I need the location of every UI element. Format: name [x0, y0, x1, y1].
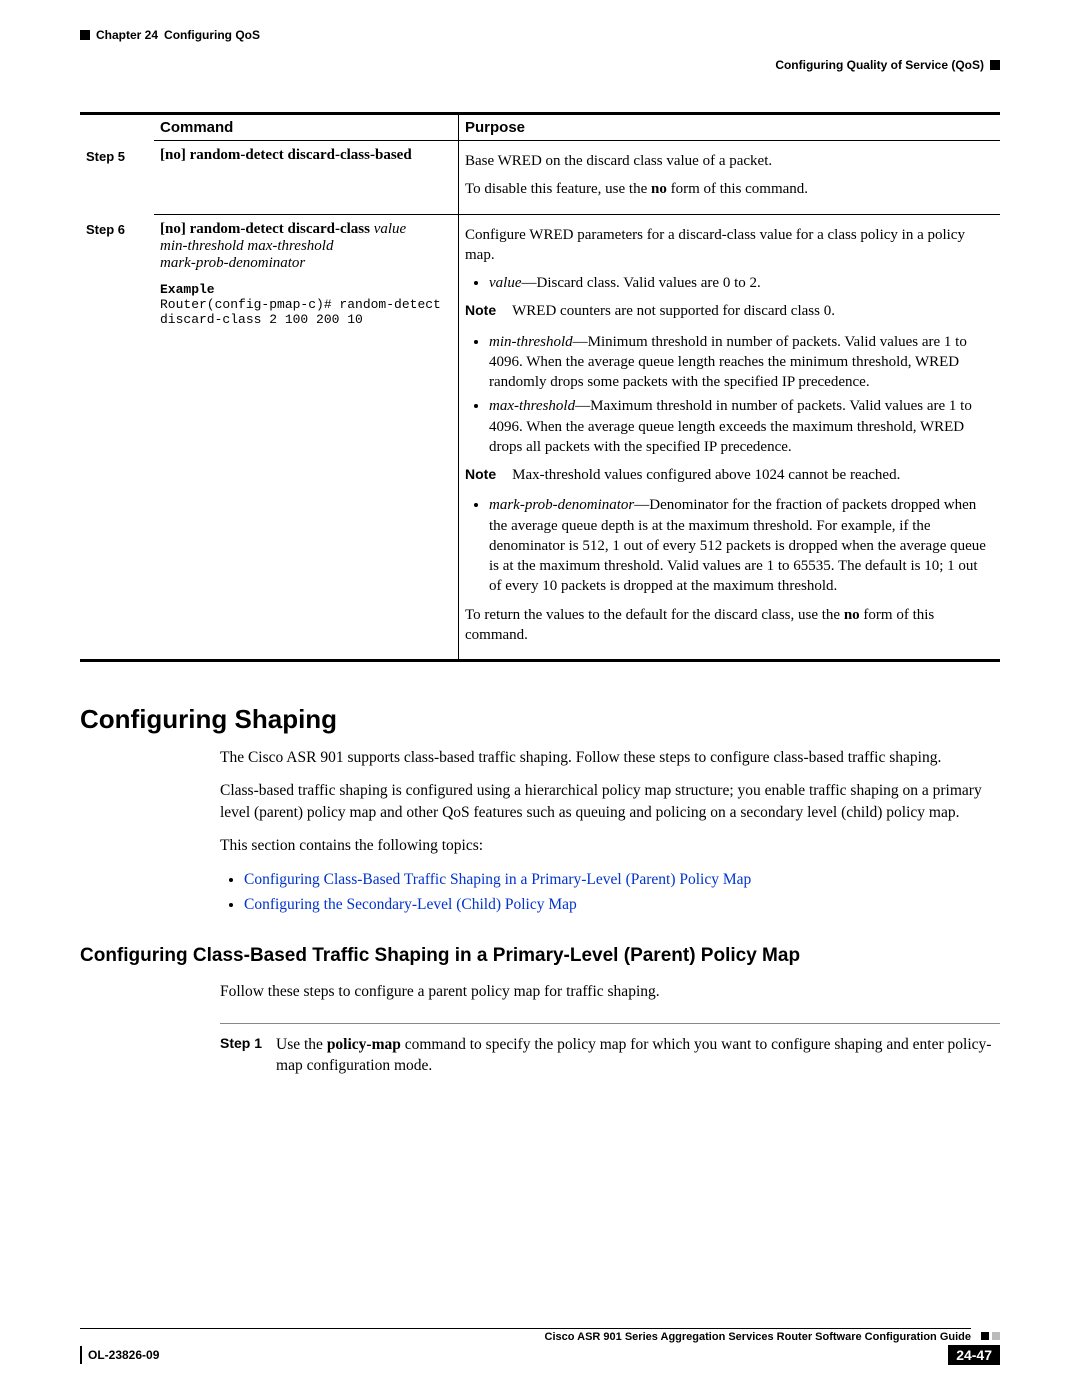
list-item: Configuring the Secondary-Level (Child) …: [244, 894, 1000, 915]
purpose-line: Base WRED on the discard class value of …: [465, 151, 992, 171]
cmd-no-prefix: [no]: [160, 147, 186, 163]
purpose-cell: Base WRED on the discard class value of …: [459, 141, 1001, 215]
bullet-item: min-threshold—Minimum threshold in numbe…: [489, 332, 992, 393]
note-block: Note Max-threshold values configured abo…: [465, 465, 992, 485]
step-rule: [220, 1023, 1000, 1024]
example-label: Example: [160, 282, 450, 297]
chapter-title: Configuring QoS: [164, 28, 260, 42]
cmd-no-prefix: [no]: [160, 221, 186, 237]
step-label: Step 5: [80, 141, 154, 215]
body-paragraph: The Cisco ASR 901 supports class-based t…: [220, 747, 1000, 768]
header-square-icon: [80, 30, 90, 40]
footer-docid: OL-23826-09: [88, 1348, 159, 1362]
table-row: Step 6 [no] random-detect discard-class …: [80, 214, 1000, 661]
command-cell: [no] random-detect discard-class value m…: [154, 214, 459, 661]
list-item: Configuring Class-Based Traffic Shaping …: [244, 869, 1000, 890]
command-table: Command Purpose Step 5 [no] random-detec…: [80, 112, 1000, 662]
step-number: Step 1: [220, 1034, 262, 1077]
header-square-icon-right: [990, 60, 1000, 70]
page-number-badge: 24-47: [948, 1345, 1000, 1365]
note-label: Note: [465, 465, 496, 485]
cmd-text: random-detect discard-class: [186, 221, 370, 237]
bullet-item: mark-prob-denominator—Denominator for th…: [489, 495, 992, 596]
step-text: Use the policy-map command to specify th…: [276, 1034, 1000, 1077]
footer-bar-icon: [80, 1346, 82, 1364]
chapter-label: Chapter 24: [96, 28, 158, 42]
body-paragraph: Follow these steps to configure a parent…: [220, 981, 1000, 1002]
footer-guide-title: Cisco ASR 901 Series Aggregation Service…: [80, 1328, 971, 1343]
command-cell: [no] random-detect discard-class-based: [154, 141, 459, 215]
purpose-cell: Configure WRED parameters for a discard-…: [459, 214, 1001, 661]
xref-link[interactable]: Configuring Class-Based Traffic Shaping …: [244, 871, 751, 888]
bullet-item: value—Discard class. Valid values are 0 …: [489, 273, 992, 293]
subsection-body: Follow these steps to configure a parent…: [220, 981, 1000, 1002]
note-block: Note WRED counters are not supported for…: [465, 301, 992, 321]
subsection-heading: Configuring Class-Based Traffic Shaping …: [80, 945, 1000, 967]
page-footer: Cisco ASR 901 Series Aggregation Service…: [80, 1328, 1000, 1365]
footer-squares-icon: [981, 1332, 1000, 1340]
col-command: Command: [154, 114, 459, 141]
table-row: Step 5 [no] random-detect discard-class-…: [80, 141, 1000, 215]
note-label: Note: [465, 301, 496, 321]
purpose-intro: Configure WRED parameters for a discard-…: [465, 225, 992, 266]
col-purpose: Purpose: [459, 114, 1001, 141]
purpose-line: To disable this feature, use the no form…: [465, 179, 992, 199]
cmd-arg: value: [370, 221, 406, 237]
purpose-outro: To return the values to the default for …: [465, 605, 992, 646]
section-heading: Configuring Shaping: [80, 704, 1000, 735]
cmd-arg: min-threshold max-threshold: [160, 238, 450, 255]
cmd-text: random-detect discard-class-based: [186, 147, 412, 163]
bullet-item: max-threshold—Maximum threshold in numbe…: [489, 396, 992, 457]
body-paragraph: Class-based traffic shaping is configure…: [220, 780, 1000, 823]
section-body: The Cisco ASR 901 supports class-based t…: [220, 747, 1000, 915]
section-title-header: Configuring Quality of Service (QoS): [775, 58, 984, 72]
footer-left: OL-23826-09: [80, 1346, 159, 1364]
xref-link[interactable]: Configuring the Secondary-Level (Child) …: [244, 896, 577, 913]
header-left: Chapter 24 Configuring QoS: [80, 28, 260, 42]
header-right: Configuring Quality of Service (QoS): [775, 58, 1000, 72]
body-paragraph: This section contains the following topi…: [220, 835, 1000, 856]
step-label: Step 6: [80, 214, 154, 661]
cmd-arg: mark-prob-denominator: [160, 255, 450, 272]
example-code: Router(config-pmap-c)# random-detect dis…: [160, 297, 450, 327]
step-block: Step 1 Use the policy-map command to spe…: [220, 1023, 1000, 1077]
note-text: Max-threshold values configured above 10…: [512, 465, 992, 485]
note-text: WRED counters are not supported for disc…: [512, 301, 992, 321]
page: Chapter 24 Configuring QoS Configuring Q…: [0, 0, 1080, 1397]
